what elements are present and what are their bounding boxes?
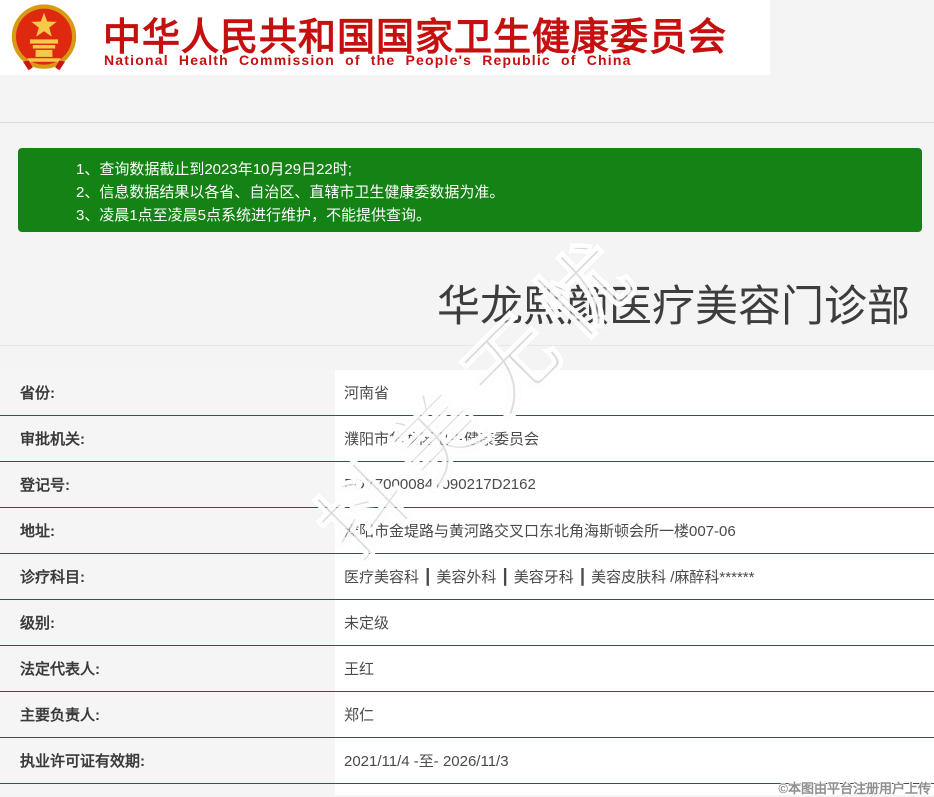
field-value: 郑仁 <box>335 692 934 737</box>
field-value: PDY70000841090217D2162 <box>335 462 934 507</box>
table-row: 审批机关: 濮阳市华龙区卫生健康委员会 <box>0 416 934 462</box>
section-divider <box>0 345 934 346</box>
institution-title: 华龙熙颜医疗美容门诊部 <box>437 272 910 334</box>
filler-label-cell <box>0 784 335 795</box>
field-label: 登记号: <box>0 462 335 507</box>
notice-line: 2、信息数据结果以各省、自治区、直辖市卫生健康委数据为准。 <box>76 181 922 204</box>
header-divider <box>0 122 934 123</box>
field-label: 审批机关: <box>0 416 335 461</box>
field-label: 省份: <box>0 370 335 415</box>
field-value: 医疗美容科 ┃ 美容外科 ┃ 美容牙科 ┃ 美容皮肤科 /麻醉科****** <box>335 554 934 599</box>
field-value: 王红 <box>335 646 934 691</box>
field-value: 濮阳市金堤路与黄河路交叉口东北角海斯顿会所一楼007-06 <box>335 508 934 553</box>
field-label: 地址: <box>0 508 335 553</box>
footer-watermark: ©本图由平台注册用户上传 <box>778 778 931 797</box>
field-label: 法定代表人: <box>0 646 335 691</box>
notice-line: 3、凌晨1点至凌晨5点系统进行维护，不能提供查询。 <box>76 204 922 227</box>
table-row: 法定代表人: 王红 <box>0 646 934 692</box>
table-row: 省份: 河南省 <box>0 370 934 416</box>
table-row: 登记号: PDY70000841090217D2162 <box>0 462 934 508</box>
table-row: 诊疗科目: 医疗美容科 ┃ 美容外科 ┃ 美容牙科 ┃ 美容皮肤科 /麻醉科**… <box>0 554 934 600</box>
header-title-en: National Health Commission of the People… <box>104 52 632 68</box>
field-label: 执业许可证有效期: <box>0 738 335 783</box>
page: 中华人民共和国国家卫生健康委员会 National Health Commiss… <box>0 0 934 795</box>
field-label: 级别: <box>0 600 335 645</box>
field-value: 未定级 <box>335 600 934 645</box>
site-header: 中华人民共和国国家卫生健康委员会 National Health Commiss… <box>0 0 770 75</box>
national-emblem-icon <box>9 3 79 73</box>
field-label: 诊疗科目: <box>0 554 335 599</box>
table-row: 级别: 未定级 <box>0 600 934 646</box>
field-value: 河南省 <box>335 370 934 415</box>
field-value: 2021/11/4 -至- 2026/11/3 <box>335 738 934 783</box>
institution-detail-table: 省份: 河南省 审批机关: 濮阳市华龙区卫生健康委员会 登记号: PDY7000… <box>0 370 934 795</box>
notice-banner: 1、查询数据截止到2023年10月29日22时; 2、信息数据结果以各省、自治区… <box>18 148 922 232</box>
field-label: 主要负责人: <box>0 692 335 737</box>
notice-line: 1、查询数据截止到2023年10月29日22时; <box>76 158 922 181</box>
field-value: 濮阳市华龙区卫生健康委员会 <box>335 416 934 461</box>
table-row: 主要负责人: 郑仁 <box>0 692 934 738</box>
table-row: 地址: 濮阳市金堤路与黄河路交叉口东北角海斯顿会所一楼007-06 <box>0 508 934 554</box>
